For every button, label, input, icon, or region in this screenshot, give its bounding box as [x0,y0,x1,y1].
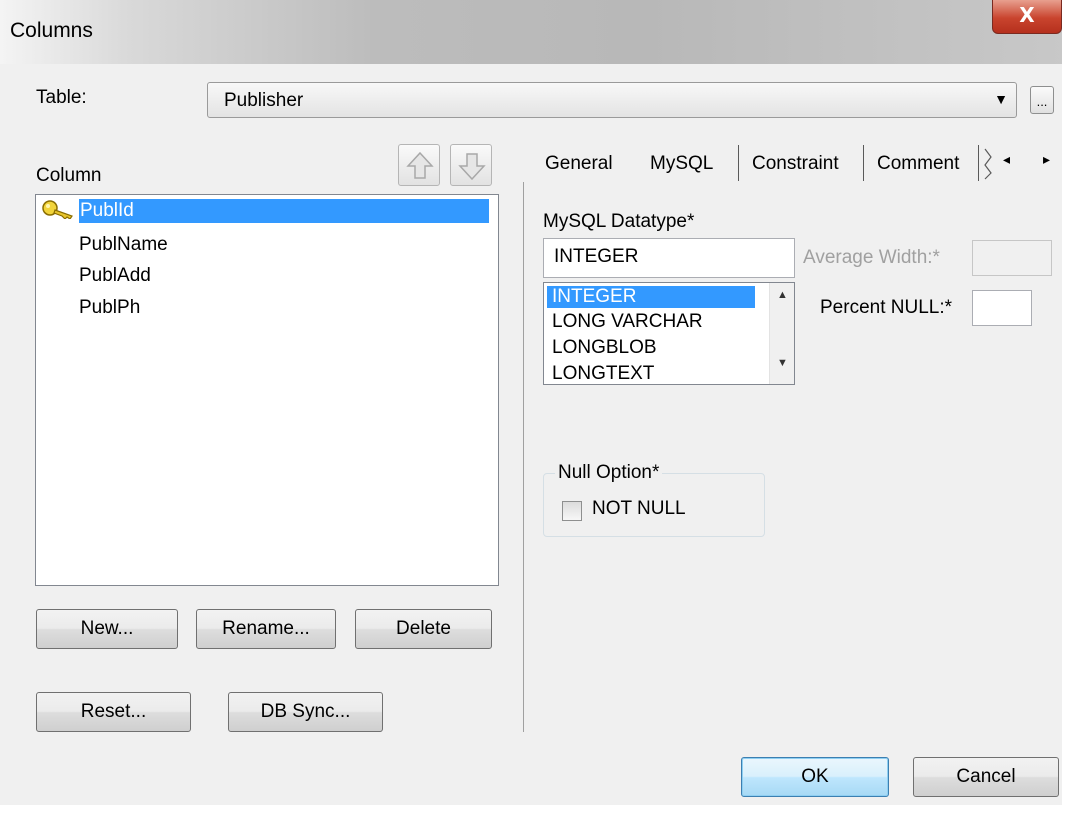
tab-panel-border [523,182,524,732]
column-item-publid[interactable]: PublId [79,199,489,223]
move-up-button[interactable] [398,144,440,186]
window-title: Columns [10,19,93,42]
window-bottom-edge [0,805,1073,818]
mysql-datatype-value: INTEGER [554,246,639,267]
percent-null-label: Percent NULL:* [820,297,953,318]
cancel-button[interactable]: Cancel [913,757,1059,797]
reset-button[interactable]: Reset... [36,692,191,732]
new-button[interactable]: New... [36,609,178,649]
mysql-datatype-input[interactable]: INTEGER [543,238,795,278]
percent-null-input[interactable] [972,290,1032,326]
tab-strip: General MySQL Constraint Comment ◂ ▸ [523,130,1063,190]
move-down-button[interactable] [450,144,492,186]
delete-button[interactable]: Delete [355,609,492,649]
average-width-input [972,240,1052,276]
ok-button[interactable]: OK [741,757,889,797]
mysql-datatype-list[interactable]: INTEGER LONG VARCHAR LONGBLOB LONGTEXT ▲… [543,282,795,385]
tab-mysql[interactable]: MySQL [650,146,713,182]
tab-comment[interactable]: Comment [877,146,959,182]
datatype-option[interactable]: LONG VARCHAR [552,311,703,333]
tab-constraint[interactable]: Constraint [752,146,839,182]
not-null-label[interactable]: NOT NULL [592,498,686,520]
column-item-publph[interactable]: PublPh [79,296,140,320]
tab-divider [738,145,739,181]
datatype-scrollbar[interactable]: ▲ ▼ [769,283,794,384]
not-null-checkbox[interactable] [562,501,582,521]
average-width-label: Average Width:* [803,247,940,268]
close-button[interactable]: X [992,0,1062,34]
table-dropdown-value: Publisher [224,90,304,111]
dialog-window: Columns X Table: Publisher ▼ ... Column … [0,0,1073,818]
tab-divider [863,145,864,181]
datatype-option[interactable]: LONGBLOB [552,337,657,359]
table-label: Table: [36,87,87,108]
tab-scroll-left-icon[interactable]: ◂ [1003,151,1010,168]
column-list-label: Column [36,165,102,186]
column-list[interactable]: PublId PublName PublAdd PublPh [35,194,499,586]
table-dropdown[interactable]: Publisher ▼ [207,82,1017,118]
datatype-option[interactable]: INTEGER [547,286,755,308]
tab-scroll-right-icon[interactable]: ▸ [1043,151,1050,168]
column-item-publname[interactable]: PublName [79,233,168,257]
scroll-up-icon[interactable]: ▲ [770,289,794,301]
rename-button[interactable]: Rename... [196,609,336,649]
arrow-up-icon [406,151,434,179]
tab-general[interactable]: General [545,146,613,182]
title-bar[interactable]: Columns [0,0,1073,64]
null-option-label: Null Option* [555,462,663,484]
scroll-down-icon[interactable]: ▼ [770,357,794,369]
mysql-datatype-label: MySQL Datatype* [543,211,695,232]
tab-divider [978,145,979,181]
tab-overflow-icon [984,148,992,180]
column-item-publadd[interactable]: PublAdd [79,264,151,288]
arrow-down-icon [458,153,486,181]
table-browse-button[interactable]: ... [1030,86,1054,114]
window-edge [1062,0,1073,818]
chevron-down-icon: ▼ [994,91,1008,107]
primary-key-icon [42,200,73,219]
datatype-option[interactable]: LONGTEXT [552,363,654,384]
db-sync-button[interactable]: DB Sync... [228,692,383,732]
